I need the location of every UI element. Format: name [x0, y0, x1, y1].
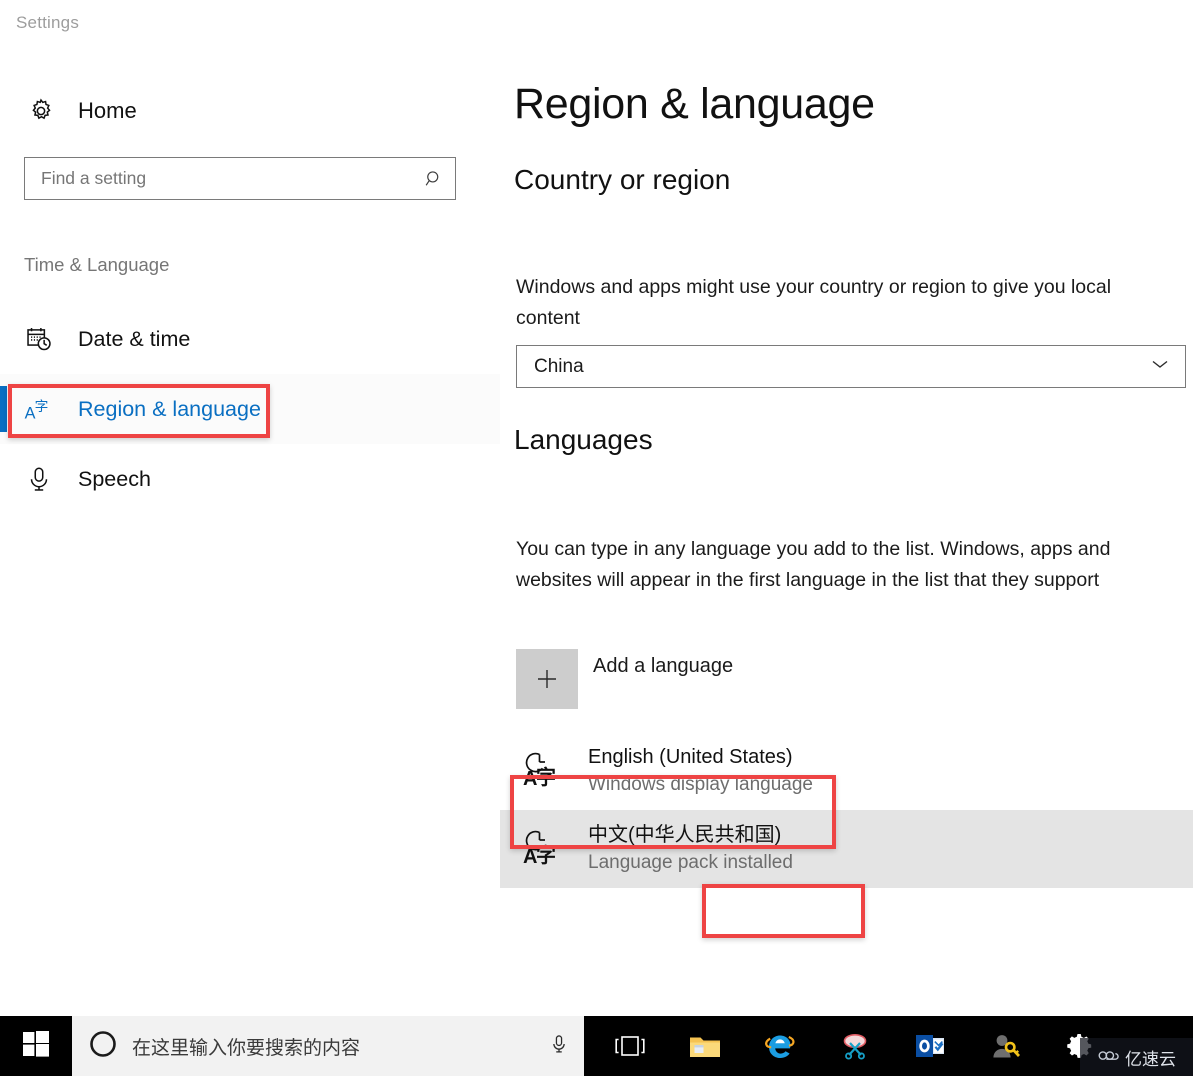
search-input[interactable] — [25, 168, 413, 189]
language-translate-icon: A 字 — [22, 394, 56, 424]
sidebar: Home Time & Language — [0, 44, 500, 1016]
taskbar: 在这里输入你要搜索的内容 亿速云 — [0, 1016, 1193, 1076]
outlook-icon[interactable] — [892, 1016, 967, 1076]
country-selected-value: China — [534, 355, 584, 377]
sidebar-home-label: Home — [78, 98, 137, 123]
microphone-icon[interactable] — [548, 1032, 570, 1061]
sidebar-item-region-language[interactable]: A 字 Region & language — [0, 374, 500, 444]
language-status: Language pack installed — [588, 852, 793, 873]
country-region-dropdown[interactable]: China — [516, 345, 1186, 388]
selection-accent-bar — [0, 386, 7, 432]
start-button[interactable] — [0, 1016, 72, 1076]
language-name: 中文(中华人民共和国) — [588, 824, 782, 846]
cloud-icon — [1097, 1047, 1119, 1068]
internet-explorer-icon[interactable] — [742, 1016, 817, 1076]
search-icon[interactable] — [413, 169, 455, 189]
sidebar-item-label: Region & language — [78, 396, 261, 421]
microphone-icon — [22, 465, 56, 493]
credential-manager-icon[interactable] — [967, 1016, 1042, 1076]
watermark: 亿速云 — [1080, 1038, 1193, 1076]
chevron-down-icon — [1149, 357, 1171, 376]
page-title: Region & language — [514, 80, 875, 128]
svg-text:字: 字 — [536, 765, 556, 789]
sidebar-nav: Date & time A 字 Region & language Speech — [0, 304, 500, 514]
sidebar-item-speech[interactable]: Speech — [0, 444, 500, 514]
languages-section-title: Languages — [514, 424, 653, 455]
main-content: Region & language Country or region Wind… — [500, 44, 1193, 1016]
task-view-icon[interactable] — [592, 1016, 667, 1076]
watermark-text: 亿速云 — [1125, 1049, 1176, 1069]
language-list-item-english[interactable]: A 字 English (United States) Windows disp… — [500, 732, 1193, 810]
taskbar-icon-strip — [592, 1016, 1117, 1076]
country-section-title: Country or region — [514, 164, 731, 195]
search-setting-box[interactable] — [24, 157, 456, 200]
language-name: English (United States) — [588, 746, 793, 768]
language-list: A 字 English (United States) Windows disp… — [500, 732, 1193, 888]
sidebar-item-label: Speech — [78, 466, 151, 491]
language-clock-icon: A 字 — [516, 748, 570, 794]
country-description: Windows and apps might use your country … — [516, 276, 1112, 329]
calendar-clock-icon — [22, 325, 56, 353]
plus-icon[interactable] — [516, 649, 578, 709]
language-clock-icon: A 字 — [516, 826, 570, 872]
sidebar-item-label: Date & time — [78, 326, 191, 351]
gear-icon — [24, 97, 58, 125]
add-language-row[interactable]: Add a language — [516, 649, 916, 709]
settings-window: Settings Home Time & Language — [0, 0, 1193, 1076]
taskbar-search-placeholder: 在这里输入你要搜索的内容 — [132, 1037, 361, 1059]
svg-text:字: 字 — [35, 399, 49, 415]
sidebar-group-title: Time & Language — [24, 254, 170, 275]
cortana-circle-icon[interactable] — [88, 1029, 118, 1064]
windows-logo-icon — [23, 1030, 49, 1062]
sidebar-item-home[interactable]: Home — [24, 90, 284, 132]
taskbar-search-box[interactable]: 在这里输入你要搜索的内容 — [72, 1016, 584, 1076]
add-language-label: Add a language — [593, 655, 734, 677]
language-item-texts: English (United States) Windows display … — [588, 744, 813, 798]
file-explorer-icon[interactable] — [667, 1016, 742, 1076]
language-status: Windows display language — [588, 774, 813, 795]
svg-text:字: 字 — [536, 843, 556, 867]
snipping-tool-icon[interactable] — [817, 1016, 892, 1076]
sidebar-item-date-time[interactable]: Date & time — [0, 304, 500, 374]
window-title: Settings — [16, 13, 80, 32]
language-item-texts: 中文(中华人民共和国) Language pack installed — [588, 822, 793, 876]
title-bar: Settings — [0, 0, 1193, 44]
languages-description: You can type in any language you add to … — [516, 538, 1111, 591]
language-list-item-chinese[interactable]: A 字 中文(中华人民共和国) Language pack installed — [500, 810, 1193, 888]
